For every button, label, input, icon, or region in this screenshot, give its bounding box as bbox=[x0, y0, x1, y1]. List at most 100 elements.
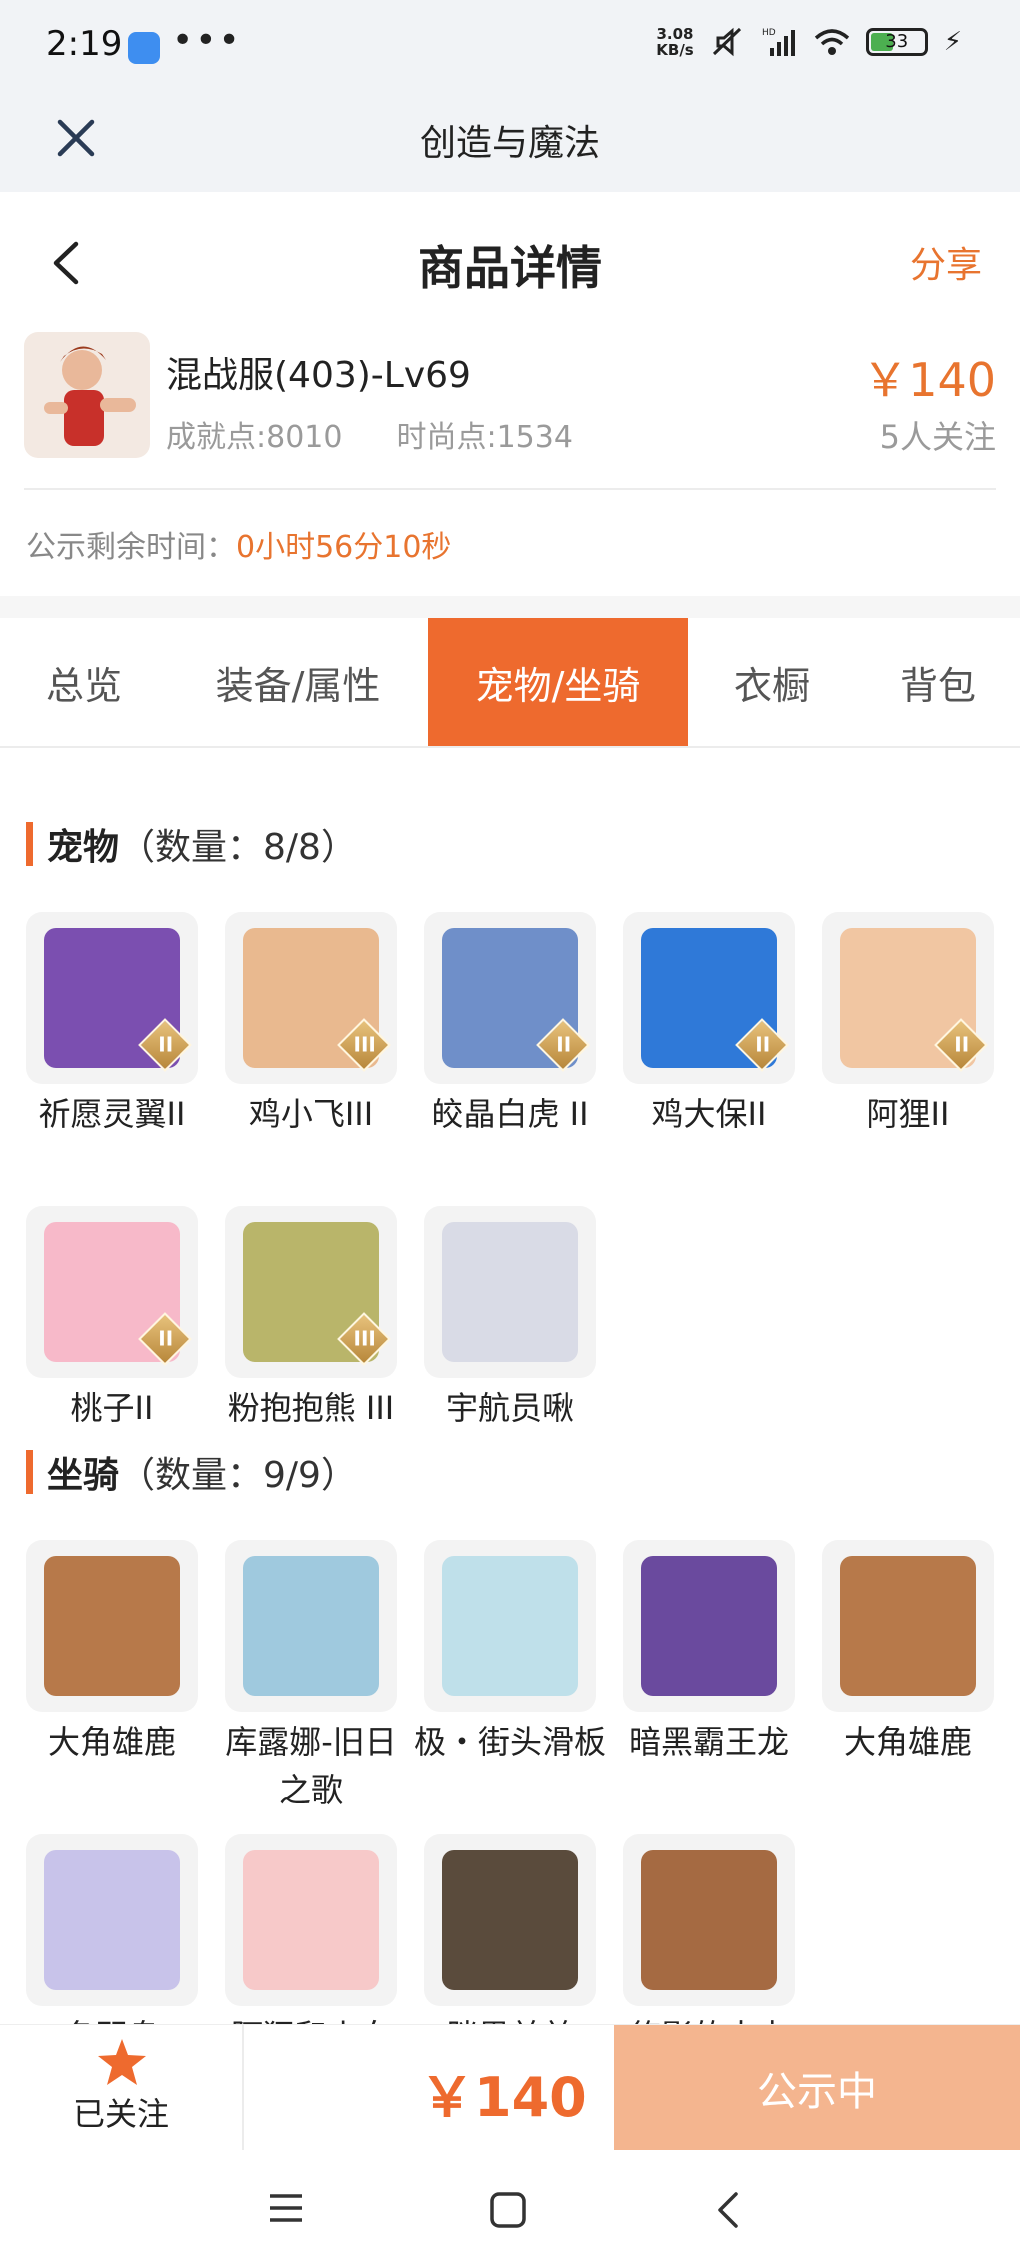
mounts-section-title: 坐骑 （数量：9/9） bbox=[26, 1446, 357, 1498]
character-avatar bbox=[24, 332, 150, 458]
pet-name: 粉抱抱熊 III bbox=[227, 1389, 395, 1427]
product-price: ￥140 bbox=[862, 353, 996, 407]
mounts-grid: 大角雄鹿库露娜-旧日之歌极・街头滑板暗黑霸王龙大角雄鹿冬羽鸟阿狸和小白胖黑羊羊悠… bbox=[26, 1540, 994, 2024]
pet-item[interactable]: II 桃子II bbox=[26, 1206, 198, 1432]
fashion-points: 时尚点:1534 bbox=[396, 420, 573, 455]
mount-item[interactable]: 大角雄鹿 bbox=[26, 1540, 198, 1766]
pets-grid: II 祈愿灵翼II III 鸡小飞III II 皎晶白虎 II II 鸡大保II II 阿狸II I… bbox=[26, 912, 994, 1427]
bottom-action-bar: 已关注 ￥140 公示中 bbox=[0, 2024, 1020, 2151]
pet-image bbox=[442, 1222, 578, 1362]
tab-equipment[interactable]: 装备/属性 bbox=[168, 618, 428, 746]
mount-item[interactable]: 大角雄鹿 bbox=[822, 1540, 994, 1766]
pet-thumbnail: III bbox=[225, 912, 397, 1084]
mount-image bbox=[44, 1556, 180, 1696]
mount-item[interactable]: 冬羽鸟 bbox=[26, 1834, 198, 2024]
pet-item[interactable]: 宇航员啾 bbox=[424, 1206, 596, 1432]
mount-thumbnail bbox=[623, 1834, 795, 2006]
signal-icon: HD bbox=[762, 28, 795, 56]
publicity-countdown: 公示剩余时间：0小时56分10秒 bbox=[26, 522, 451, 566]
pet-name: 宇航员啾 bbox=[445, 1389, 574, 1427]
home-icon[interactable] bbox=[488, 2190, 528, 2230]
menu-icon[interactable] bbox=[266, 2190, 306, 2226]
pet-thumbnail: III bbox=[225, 1206, 397, 1378]
pet-item[interactable]: III 鸡小飞III bbox=[225, 912, 397, 1138]
divider bbox=[24, 488, 996, 490]
network-speed: 3.08 KB/s bbox=[656, 25, 694, 59]
app-bar: 创造与魔法 bbox=[0, 94, 1020, 192]
mount-item[interactable]: 悠影的大卡 bbox=[623, 1834, 795, 2024]
pet-thumbnail: II bbox=[424, 912, 596, 1084]
page-header: 商品详情 分享 bbox=[0, 192, 1020, 332]
mount-item[interactable]: 暗黑霸王龙 bbox=[623, 1540, 795, 1766]
countdown-value: 0小时56分10秒 bbox=[236, 530, 452, 565]
mute-icon bbox=[712, 27, 741, 57]
pet-name: 桃子II bbox=[70, 1389, 154, 1427]
pet-name: 鸡大保II bbox=[651, 1095, 767, 1133]
share-button[interactable]: 分享 bbox=[910, 236, 982, 288]
pet-thumbnail: II bbox=[26, 1206, 198, 1378]
tab-backpack[interactable]: 背包 bbox=[856, 618, 1020, 746]
mount-name: 大角雄鹿 bbox=[843, 1723, 972, 1761]
mount-image bbox=[44, 1850, 180, 1990]
mount-image bbox=[243, 1556, 379, 1696]
follow-label: 已关注 bbox=[72, 2095, 169, 2133]
status-icons: 3.08 KB/s HD 33 ⚡ bbox=[656, 26, 962, 58]
mount-image bbox=[641, 1556, 777, 1696]
product-summary[interactable]: 混战服(403)-Lv69 成就点:8010 时尚点:1534 ￥140 5人关注 bbox=[0, 332, 1020, 492]
pet-thumbnail: II bbox=[623, 912, 795, 1084]
tab-pets-mounts[interactable]: 宠物/坐骑 bbox=[428, 618, 688, 746]
mount-image bbox=[840, 1556, 976, 1696]
star-icon bbox=[98, 2039, 146, 2085]
pet-item[interactable]: II 皎晶白虎 II bbox=[424, 912, 596, 1138]
pet-name: 皎晶白虎 II bbox=[431, 1095, 589, 1133]
mount-thumbnail bbox=[225, 1540, 397, 1712]
mount-name: 阿狸和小白 bbox=[211, 2012, 411, 2024]
watcher-count: 5人关注 bbox=[879, 418, 996, 456]
mount-image bbox=[641, 1850, 777, 1990]
mount-thumbnail bbox=[26, 1540, 198, 1712]
system-nav-bar bbox=[0, 2150, 1020, 2267]
bottom-price: ￥140 bbox=[420, 2066, 587, 2129]
publicity-status-button[interactable]: 公示中 bbox=[614, 2025, 1020, 2151]
pet-thumbnail: II bbox=[822, 912, 994, 1084]
status-time: 2:19 bbox=[46, 24, 123, 64]
mount-item[interactable]: 胖黑羊羊 bbox=[424, 1834, 596, 2024]
mount-thumbnail bbox=[424, 1540, 596, 1712]
tab-wardrobe[interactable]: 衣橱 bbox=[688, 618, 856, 746]
back-icon[interactable] bbox=[712, 2190, 744, 2230]
mount-name: 库露娜-旧日之歌 bbox=[225, 1723, 397, 1809]
mount-name: 悠影的大卡 bbox=[609, 2012, 809, 2024]
wifi-icon bbox=[814, 29, 849, 55]
detail-tabs: 总览 装备/属性 宠物/坐骑 衣橱 背包 bbox=[0, 618, 1020, 748]
mount-item[interactable]: 阿狸和小白 bbox=[225, 1834, 397, 2024]
pet-name: 阿狸II bbox=[866, 1095, 950, 1133]
app-title: 创造与魔法 bbox=[419, 123, 600, 164]
pet-item[interactable]: II 阿狸II bbox=[822, 912, 994, 1138]
pet-item[interactable]: III 粉抱抱熊 III bbox=[225, 1206, 397, 1432]
mount-name: 暗黑霸王龙 bbox=[628, 1723, 789, 1761]
achievement-points: 成就点:8010 bbox=[166, 420, 343, 455]
product-stats: 成就点:8010 时尚点:1534 bbox=[166, 412, 573, 456]
mount-thumbnail bbox=[623, 1540, 795, 1712]
tab-overview[interactable]: 总览 bbox=[0, 618, 168, 746]
mount-item[interactable]: 极・街头滑板 bbox=[414, 1540, 606, 1766]
follow-button[interactable]: 已关注 bbox=[0, 2025, 244, 2151]
mount-name: 冬羽鸟 bbox=[26, 2012, 212, 2024]
mount-thumbnail bbox=[424, 1834, 596, 2006]
mount-image bbox=[442, 1850, 578, 1990]
pet-thumbnail: II bbox=[26, 912, 198, 1084]
mount-thumbnail bbox=[822, 1540, 994, 1712]
more-notifications-icon: ••• bbox=[172, 20, 242, 61]
mount-item[interactable]: 库露娜-旧日之歌 bbox=[225, 1540, 397, 1814]
pet-name: 鸡小飞III bbox=[248, 1095, 374, 1133]
mount-image bbox=[442, 1556, 578, 1696]
status-bar: 2:19 ••• 3.08 KB/s HD 33 ⚡ bbox=[0, 0, 1020, 94]
pet-thumbnail bbox=[424, 1206, 596, 1378]
mount-image bbox=[243, 1850, 379, 1990]
pet-item[interactable]: II 鸡大保II bbox=[623, 912, 795, 1138]
mount-name: 大角雄鹿 bbox=[47, 1723, 176, 1761]
mount-thumbnail bbox=[26, 1834, 198, 2006]
pet-name: 祈愿灵翼II bbox=[38, 1095, 186, 1133]
pet-item[interactable]: II 祈愿灵翼II bbox=[26, 912, 198, 1138]
top-bar: 2:19 ••• 3.08 KB/s HD 33 ⚡ 创造与魔法 bbox=[0, 0, 1020, 192]
